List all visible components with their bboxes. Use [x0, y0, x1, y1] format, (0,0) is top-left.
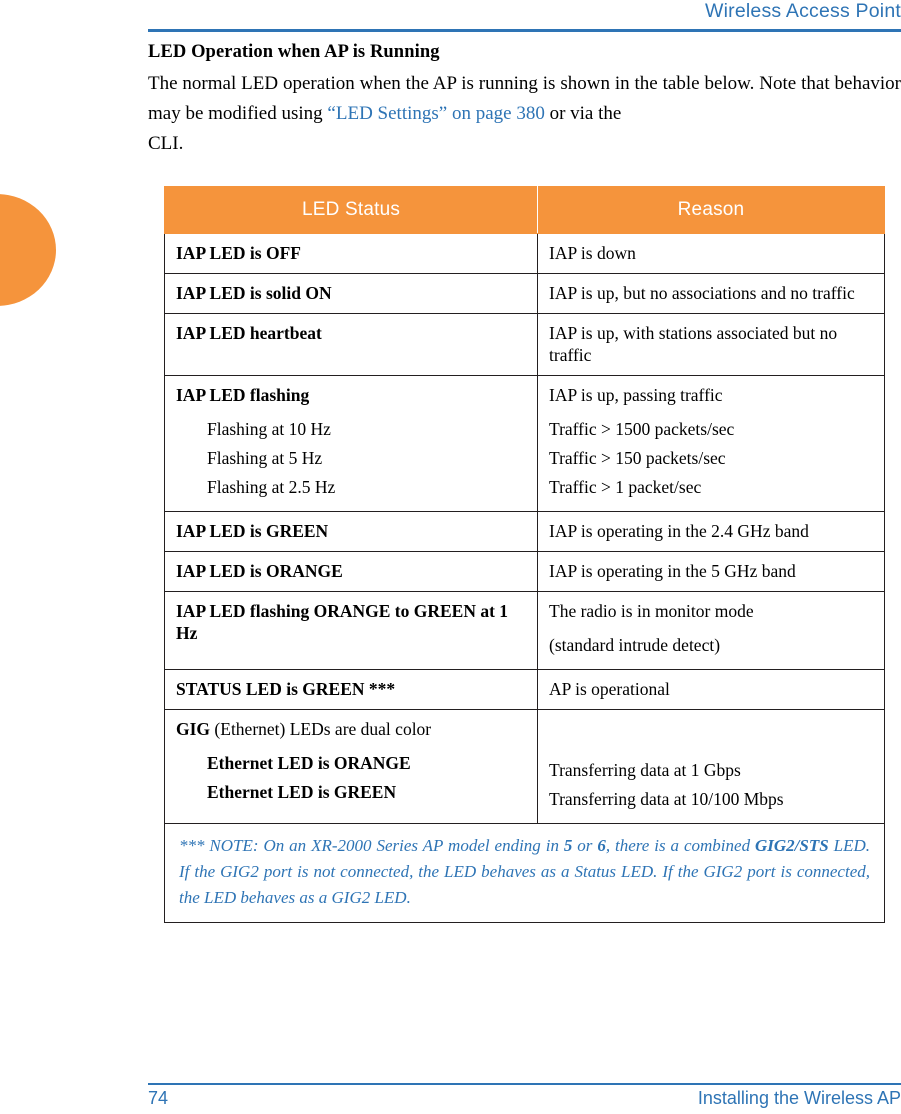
table-row: GIG (Ethernet) LEDs are dual color Ether…	[164, 709, 885, 824]
led-status-sub-item: Ethernet LED is ORANGE	[207, 753, 411, 773]
footer-section-title: Installing the Wireless AP	[697, 1088, 901, 1108]
intro-text-part3: CLI.	[148, 133, 184, 154]
footer-divider-rule	[148, 1083, 901, 1085]
table-row: IAP LED is solid ON IAP is up, but no as…	[164, 273, 885, 314]
section-title: LED Operation when AP is Running	[148, 42, 440, 62]
table-note-row: *** NOTE: On an XR-2000 Series AP model …	[164, 823, 885, 923]
led-status-cell-lead: GIG (Ethernet) LEDs are dual color	[176, 718, 526, 740]
note-text-p3: , there is a combined	[605, 836, 755, 855]
led-settings-cross-reference-link[interactable]: “LED Settings” on page 380	[327, 103, 544, 124]
reason-cell: IAP is operating in the 5 GHz band	[549, 561, 796, 581]
reason-cell-lead: The radio is in monitor mode	[549, 601, 754, 621]
table-row: IAP LED flashing Flashing at 10 Hz Flash…	[164, 375, 885, 512]
reason-cell: The radio is in monitor mode (standard i…	[538, 592, 884, 669]
note-bold-gig2sts: GIG2/STS	[755, 836, 829, 855]
reason-cell: IAP is up, but no associations and no tr…	[549, 283, 855, 303]
intro-text-part2: or via the	[544, 103, 622, 124]
led-status-cell: IAP LED is solid ON	[176, 283, 332, 303]
table-row: IAP LED is GREEN IAP is operating in the…	[164, 511, 885, 552]
led-status-sub-item: Ethernet LED is GREEN	[207, 782, 397, 802]
reason-cell: IAP is down	[549, 243, 636, 263]
column-header-reason: Reason	[537, 186, 885, 234]
note-text-p1: *** NOTE: On an XR-2000 Series AP model …	[179, 836, 564, 855]
led-status-cell: GIG (Ethernet) LEDs are dual color Ether…	[165, 710, 537, 816]
reason-sub-item: Traffic > 1 packet/sec	[549, 477, 702, 497]
gig-description: (Ethernet) LEDs are dual color	[210, 719, 432, 739]
led-status-cell: IAP LED heartbeat	[176, 323, 322, 343]
page-footer: 74 Installing the Wireless AP	[148, 1088, 901, 1114]
led-status-cell: IAP LED flashing Flashing at 10 Hz Flash…	[165, 376, 537, 511]
reason-cell: IAP is operating in the 2.4 GHz band	[549, 521, 809, 541]
reason-sub-item: Transferring data at 10/100 Mbps	[549, 789, 784, 809]
table-row: IAP LED flashing ORANGE to GREEN at 1 Hz…	[164, 591, 885, 670]
reason-sub-item: Traffic > 150 packets/sec	[549, 448, 726, 468]
reason-cell-lead: IAP is up, passing traffic	[549, 385, 723, 405]
note-bold-6: 6	[597, 836, 606, 855]
led-status-cell: IAP LED is ORANGE	[176, 561, 343, 581]
reason-cell: AP is operational	[549, 679, 670, 699]
table-header-row: LED Status Reason	[164, 186, 885, 234]
led-status-cell-lead: IAP LED flashing	[176, 385, 310, 405]
table-row: IAP LED is OFF IAP is down	[164, 233, 885, 274]
reason-cell: IAP is up, with stations associated but …	[549, 323, 838, 365]
led-status-cell: IAP LED is OFF	[176, 243, 301, 263]
led-status-sub-item: Flashing at 2.5 Hz	[207, 477, 336, 497]
led-status-sub-item: Flashing at 10 Hz	[207, 419, 331, 439]
page-content: LED Operation when AP is Running The nor…	[148, 42, 901, 159]
footer-page-number: 74	[148, 1088, 169, 1108]
table-footnote: *** NOTE: On an XR-2000 Series AP model …	[164, 823, 885, 923]
column-header-led-status: LED Status	[164, 186, 538, 234]
table-body: IAP LED is OFF IAP is down IAP LED is so…	[164, 233, 885, 923]
reason-sub-item: Transferring data at 1 Gbps	[549, 760, 741, 780]
led-status-table: LED Status Reason IAP LED is OFF IAP is …	[164, 186, 885, 923]
header-divider-rule	[148, 29, 901, 32]
reason-cell: IAP is up, passing traffic Traffic > 150…	[538, 376, 884, 511]
led-status-cell: STATUS LED is GREEN ***	[176, 679, 396, 699]
led-status-cell: IAP LED is GREEN	[176, 521, 329, 541]
table-row: IAP LED heartbeat IAP is up, with statio…	[164, 313, 885, 376]
table-row: STATUS LED is GREEN *** AP is operationa…	[164, 669, 885, 710]
table-header: LED Status Reason	[164, 186, 885, 234]
table-row: IAP LED is ORANGE IAP is operating in th…	[164, 551, 885, 592]
note-text-p2: or	[572, 836, 598, 855]
intro-paragraph: The normal LED operation when the AP is …	[148, 69, 901, 159]
chapter-thumb-tab	[0, 194, 56, 306]
reason-cell: Transferring data at 1 Gbps Transferring…	[538, 710, 884, 823]
page-header-title: Wireless Access Point	[704, 0, 901, 22]
reason-cell-extra: (standard intrude detect)	[549, 635, 721, 655]
led-status-sub-item: Flashing at 5 Hz	[207, 448, 323, 468]
led-status-cell: IAP LED flashing ORANGE to GREEN at 1 Hz	[176, 601, 509, 643]
gig-label: GIG	[176, 719, 211, 739]
reason-sub-item: Traffic > 1500 packets/sec	[549, 419, 735, 439]
